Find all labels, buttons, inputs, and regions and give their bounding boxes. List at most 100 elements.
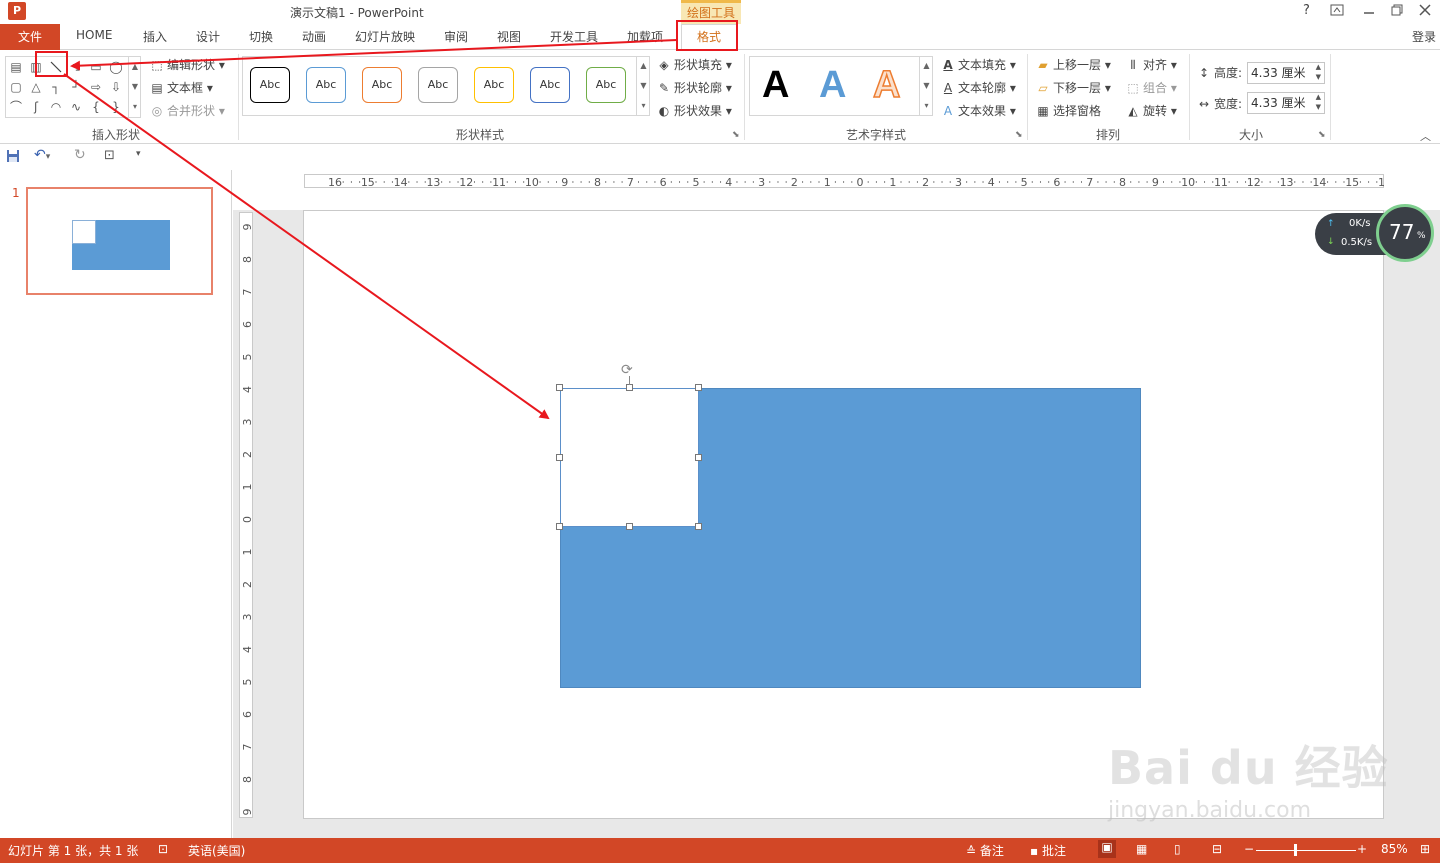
triangle-shape-icon[interactable]: △ <box>28 79 44 95</box>
zoom-out-button[interactable]: − <box>1244 842 1254 856</box>
curve-shape-icon[interactable]: ∿ <box>68 99 84 115</box>
ribbon-display-options-icon[interactable] <box>1330 3 1344 21</box>
wordart-gallery-scroll[interactable]: ▲ ▼ ▾ <box>919 56 933 116</box>
fit-slide-icon[interactable]: ⊞ <box>1420 842 1430 856</box>
shape-style-preset-1[interactable]: Abc <box>250 67 290 103</box>
resize-handle-bottom-left[interactable] <box>556 523 563 530</box>
merge-shapes-button[interactable]: ◎ 合并形状 ▾ <box>149 102 225 119</box>
resize-handle-left[interactable] <box>556 454 563 461</box>
resize-handle-right[interactable] <box>695 454 702 461</box>
slide-sorter-view-icon[interactable]: ▦ <box>1136 842 1147 856</box>
horizontal-ruler[interactable]: 16 15 14 13 12 11 10 9 8 7 6 5 4 3 2 1 0 1 2 3 4 5 6 7 8 9 10 11 12 1… <box>304 174 1385 189</box>
slide-canvas[interactable]: ⟳ <box>303 210 1384 819</box>
normal-view-icon[interactable]: ▣ <box>1098 840 1116 858</box>
edit-shape-button[interactable]: ⬚ 编辑形状 ▾ <box>149 56 225 73</box>
tab-animations[interactable]: 动画 <box>302 28 326 45</box>
shape-style-preset-7[interactable]: Abc <box>586 67 626 103</box>
align-button[interactable]: ⫴ 对齐 ▾ <box>1125 56 1176 73</box>
wordart-preset-blue[interactable]: A <box>819 64 846 107</box>
resize-handle-top-right[interactable] <box>695 384 702 391</box>
restore-icon[interactable] <box>1390 3 1404 21</box>
tab-insert[interactable]: 插入 <box>143 28 167 45</box>
slideshow-view-icon[interactable]: ⊟ <box>1212 842 1222 856</box>
zoom-in-button[interactable]: + <box>1357 842 1367 856</box>
help-button[interactable]: ? <box>1303 3 1310 18</box>
zoom-slider-thumb[interactable] <box>1294 844 1297 856</box>
elbow-arrow-shape-icon[interactable]: ┘ <box>68 79 84 95</box>
height-input[interactable]: 4.33 厘米 ▲ ▼ <box>1247 62 1325 84</box>
shape-style-preset-6[interactable]: Abc <box>530 67 570 103</box>
shape-effects-button[interactable]: ◐ 形状效果 ▾ <box>656 102 732 119</box>
zoom-slider-track[interactable] <box>1256 850 1356 851</box>
freeform-shape-icon[interactable]: ⌒ <box>8 99 24 115</box>
text-outline-button[interactable]: A 文本轮廓 ▾ <box>940 79 1016 96</box>
tab-review[interactable]: 审阅 <box>444 28 468 45</box>
height-spinner[interactable]: ▲ ▼ <box>1316 62 1321 82</box>
size-dialog-launcher-icon[interactable]: ⬊ <box>1318 130 1326 140</box>
wordart-preset-black[interactable]: A <box>762 64 789 107</box>
tab-format[interactable]: 格式 <box>681 24 737 51</box>
shape-styles-dialog-launcher-icon[interactable]: ⬊ <box>732 130 740 140</box>
undo-icon[interactable]: ↶▾ <box>34 147 50 163</box>
right-brace-shape-icon[interactable]: } <box>108 99 124 115</box>
memory-usage-gauge[interactable]: 77 % <box>1376 204 1434 262</box>
tab-slideshow[interactable]: 幻灯片放映 <box>355 28 415 45</box>
group-button[interactable]: ⬚ 组合 ▾ <box>1125 79 1177 96</box>
shape-style-preset-4[interactable]: Abc <box>418 67 458 103</box>
wordart-dialog-launcher-icon[interactable]: ⬊ <box>1015 130 1023 140</box>
width-spinner[interactable]: ▲ ▼ <box>1316 92 1321 112</box>
reading-view-icon[interactable]: ▯ <box>1174 842 1181 856</box>
tab-transitions[interactable]: 切换 <box>249 28 273 45</box>
right-arrow-shape-icon[interactable]: ⇨ <box>88 79 104 95</box>
send-backward-button[interactable]: ▱ 下移一层 ▾ <box>1035 79 1110 96</box>
vertical-ruler[interactable]: 9 8 7 6 5 4 3 2 1 0 1 2 3 4 5 6 7 8 9 <box>239 212 254 818</box>
tab-design[interactable]: 设计 <box>196 28 220 45</box>
arc-shape-icon[interactable]: ◠ <box>48 99 64 115</box>
notes-button[interactable]: ≙ 备注 <box>966 842 1004 859</box>
resize-handle-bottom[interactable] <box>626 523 633 530</box>
shape-gallery-scroll[interactable]: ▲ ▼ ▾ <box>128 57 141 117</box>
collapse-ribbon-icon[interactable]: ︿ <box>1420 128 1431 144</box>
wordart-preset-orange-outline[interactable]: A <box>872 63 901 107</box>
white-square-shape-selected[interactable] <box>560 388 699 527</box>
tab-file[interactable]: 文件 <box>0 24 60 50</box>
width-input[interactable]: 4.33 厘米 ▲ ▼ <box>1247 92 1325 114</box>
text-fill-button[interactable]: A 文本填充 ▾ <box>940 56 1016 73</box>
tab-home[interactable]: HOME <box>76 28 112 42</box>
tab-view[interactable]: 视图 <box>497 28 521 45</box>
tab-addins[interactable]: 加载项 <box>627 28 663 45</box>
powerpoint-app-icon[interactable]: P <box>8 2 26 20</box>
save-icon[interactable] <box>6 149 20 166</box>
zoom-level[interactable]: 85% <box>1381 842 1408 856</box>
left-brace-shape-icon[interactable]: { <box>88 99 104 115</box>
resize-handle-top[interactable] <box>626 384 633 391</box>
spell-check-icon[interactable]: ⊡ <box>158 842 168 856</box>
text-box-shape-icon[interactable]: ▤ <box>8 59 24 75</box>
selection-pane-button[interactable]: ▦ 选择窗格 <box>1035 102 1101 119</box>
tab-developer[interactable]: 开发工具 <box>550 28 598 45</box>
text-box-button[interactable]: ▤ 文本框 ▾ <box>149 79 213 96</box>
rounded-rectangle-shape-icon[interactable]: ▢ <box>8 79 24 95</box>
down-arrow-shape-icon[interactable]: ⇩ <box>108 79 124 95</box>
minimize-icon[interactable] <box>1362 3 1376 21</box>
shape-style-preset-2[interactable]: Abc <box>306 67 346 103</box>
language-status[interactable]: 英语(美国) <box>188 842 245 859</box>
rotate-handle-icon[interactable]: ⟳ <box>621 362 633 378</box>
oval-shape-icon[interactable]: ◯ <box>108 59 124 75</box>
bring-forward-button[interactable]: ▰ 上移一层 ▾ <box>1035 56 1110 73</box>
customize-qat-icon[interactable]: ▾ <box>136 149 141 159</box>
rotate-button[interactable]: ◭ 旋转 ▾ <box>1125 102 1176 119</box>
close-icon[interactable] <box>1418 3 1432 21</box>
vertical-text-box-shape-icon[interactable]: ▥ <box>28 59 44 75</box>
rectangle-shape-icon[interactable]: ▭ <box>88 59 104 75</box>
text-effects-button[interactable]: A 文本效果 ▾ <box>940 102 1016 119</box>
resize-handle-bottom-right[interactable] <box>695 523 702 530</box>
arrow-shape-icon[interactable]: ↘ <box>68 59 84 75</box>
shape-style-gallery-scroll[interactable]: ▲ ▼ ▾ <box>636 56 650 116</box>
sign-in-link[interactable]: 登录 <box>1412 28 1436 45</box>
comments-button[interactable]: ▪ 批注 <box>1030 842 1066 859</box>
shape-fill-button[interactable]: ◈ 形状填充 ▾ <box>656 56 731 73</box>
scribble-shape-icon[interactable]: ʃ <box>28 99 44 115</box>
shape-outline-button[interactable]: ✎ 形状轮廓 ▾ <box>656 79 732 96</box>
elbow-connector-shape-icon[interactable]: ┐ <box>48 79 64 95</box>
